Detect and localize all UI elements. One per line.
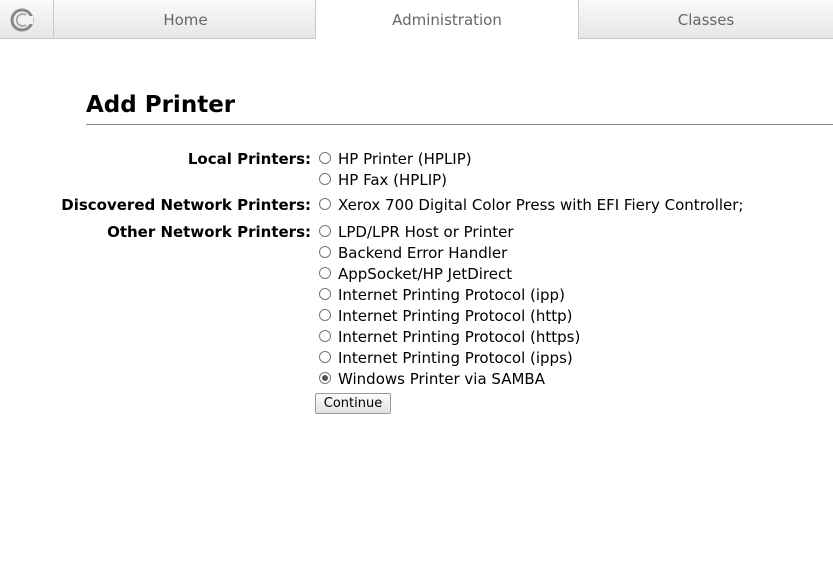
cups-logo-icon: [10, 8, 34, 32]
printer-option-label: LPD/LPR Host or Printer: [338, 223, 514, 241]
printer-option-label: HP Fax (HPLIP): [338, 171, 448, 189]
radio-button[interactable]: [319, 309, 331, 321]
radio-button[interactable]: [319, 288, 331, 300]
radio-button[interactable]: [319, 267, 331, 279]
printer-option-label: Internet Printing Protocol (ipps): [338, 349, 573, 367]
printer-option-label: AppSocket/HP JetDirect: [338, 265, 513, 283]
title-divider: [86, 124, 833, 125]
printer-option-label: Windows Printer via SAMBA: [338, 370, 545, 388]
discovered-printers-label: Discovered Network Printers:: [61, 196, 311, 214]
printer-option-label: Internet Printing Protocol (https): [338, 328, 581, 346]
radio-button[interactable]: [319, 198, 331, 210]
printer-option-other[interactable]: Backend Error Handler: [319, 244, 507, 264]
printer-option-other[interactable]: Internet Printing Protocol (ipps): [319, 349, 573, 369]
printer-option-discovered[interactable]: Xerox 700 Digital Color Press with EFI F…: [319, 196, 744, 216]
printer-option-label: Backend Error Handler: [338, 244, 508, 262]
printer-option-label: HP Printer (HPLIP): [338, 150, 472, 168]
continue-button[interactable]: Continue: [315, 393, 391, 414]
page-title: Add Printer: [86, 92, 236, 118]
radio-button[interactable]: [319, 152, 331, 164]
radio-button[interactable]: [319, 225, 331, 237]
printer-option-label: Xerox 700 Digital Color Press with EFI F…: [338, 196, 744, 214]
tab-home[interactable]: Home: [55, 0, 316, 38]
printer-option-local[interactable]: HP Printer (HPLIP): [319, 150, 472, 170]
printer-option-other[interactable]: Internet Printing Protocol (http): [319, 307, 573, 327]
radio-button[interactable]: [319, 372, 331, 384]
top-nav-bar: Home Administration Classes: [0, 0, 833, 39]
radio-button[interactable]: [319, 330, 331, 342]
printer-option-other[interactable]: Windows Printer via SAMBA: [319, 370, 545, 390]
local-printers-label: Local Printers:: [187, 150, 311, 168]
printer-option-label: Internet Printing Protocol (ipp): [338, 286, 565, 304]
radio-button[interactable]: [319, 173, 331, 185]
cups-logo[interactable]: [0, 0, 54, 38]
tab-classes[interactable]: Classes: [579, 0, 833, 38]
radio-button[interactable]: [319, 351, 331, 363]
printer-option-other[interactable]: LPD/LPR Host or Printer: [319, 223, 514, 243]
other-printers-label: Other Network Printers:: [107, 223, 311, 241]
printer-option-other[interactable]: AppSocket/HP JetDirect: [319, 265, 512, 285]
printer-option-other[interactable]: Internet Printing Protocol (ipp): [319, 286, 565, 306]
printer-option-other[interactable]: Internet Printing Protocol (https): [319, 328, 580, 348]
printer-option-label: Internet Printing Protocol (http): [338, 307, 573, 325]
tab-administration[interactable]: Administration: [315, 0, 579, 39]
radio-button[interactable]: [319, 246, 331, 258]
printer-option-local[interactable]: HP Fax (HPLIP): [319, 171, 447, 191]
